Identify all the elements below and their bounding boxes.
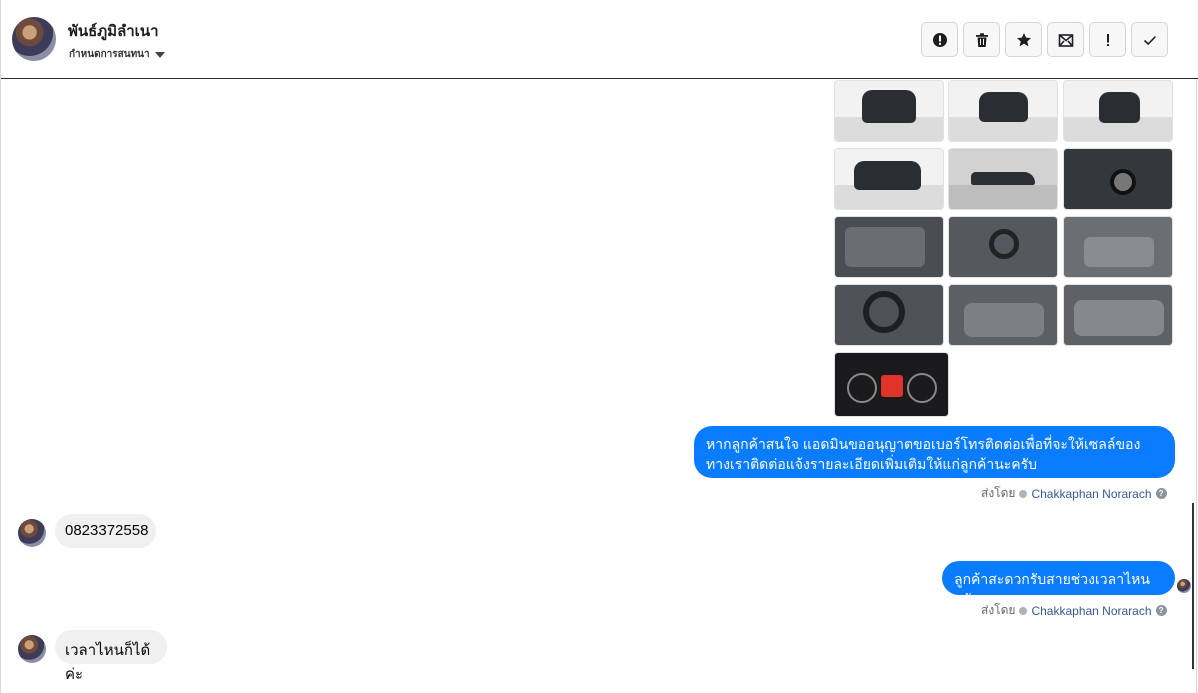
mark-unread-button[interactable] bbox=[1047, 22, 1084, 57]
done-button[interactable] bbox=[1131, 22, 1168, 57]
sender-name-link[interactable]: Chakkaphan Norarach bbox=[1031, 604, 1151, 618]
check-icon bbox=[1143, 35, 1156, 45]
photo-thumbnail[interactable] bbox=[1063, 80, 1173, 142]
photo-thumbnail[interactable] bbox=[1063, 284, 1173, 346]
help-icon[interactable]: ? bbox=[1155, 605, 1167, 616]
sent-by-label: ส่งโดย Chakkaphan Norarach ? bbox=[981, 601, 1167, 620]
envelope-icon bbox=[1058, 33, 1073, 47]
photo-thumbnail[interactable] bbox=[834, 216, 944, 278]
star-button[interactable] bbox=[1005, 22, 1042, 57]
sent-by-prefix: ส่งโดย bbox=[981, 486, 1016, 500]
photo-thumbnail[interactable] bbox=[948, 80, 1058, 142]
photo-thumbnail[interactable] bbox=[834, 80, 944, 142]
sent-by-prefix: ส่งโดย bbox=[981, 603, 1016, 617]
sender-name-link[interactable]: Chakkaphan Norarach bbox=[1031, 487, 1151, 501]
outgoing-message[interactable]: ลูกค้าสะดวกรับสายช่วงเวลาไหนครับ bbox=[942, 561, 1175, 607]
contact-name[interactable]: พันธ์ภูมิลำเนา bbox=[68, 19, 159, 43]
header-actions bbox=[921, 22, 1168, 57]
incoming-message[interactable]: เวลาไหนก็ได้ค่ะ bbox=[55, 630, 167, 683]
contact-avatar-small[interactable] bbox=[18, 635, 46, 663]
photo-thumbnail[interactable] bbox=[834, 148, 944, 210]
conversation-header: พันธ์ภูมิลำเนา กำหนดการสนทนา bbox=[1, 0, 1198, 79]
sent-by-label: ส่งโดย Chakkaphan Norarach ? bbox=[981, 484, 1167, 503]
photo-thumbnail[interactable] bbox=[1063, 216, 1173, 278]
photo-thumbnail[interactable] bbox=[834, 352, 949, 417]
outgoing-message[interactable]: หากลูกค้าสนใจ แอดมินขออนุญาตขอเบอร์โทรติ… bbox=[694, 426, 1175, 478]
verified-badge-icon bbox=[1019, 489, 1028, 498]
photo-thumbnail[interactable] bbox=[948, 284, 1058, 346]
contact-avatar-small[interactable] bbox=[18, 519, 46, 547]
delete-button[interactable] bbox=[963, 22, 1000, 57]
messenger-window: พันธ์ภูมิลำเนา กำหนดการสนทนา หากลูกค้าสน… bbox=[0, 0, 1198, 693]
assign-conversation-dropdown[interactable]: กำหนดการสนทนา bbox=[69, 47, 165, 62]
important-button[interactable] bbox=[1089, 22, 1126, 57]
scrollbar-thumb[interactable] bbox=[1192, 503, 1194, 669]
verified-badge-icon bbox=[1019, 606, 1028, 615]
photo-thumbnail[interactable] bbox=[1063, 148, 1173, 210]
star-icon bbox=[1016, 32, 1031, 46]
caret-down-icon bbox=[154, 51, 165, 58]
assign-label: กำหนดการสนทนา bbox=[69, 49, 150, 60]
photo-thumbnail[interactable] bbox=[948, 216, 1058, 278]
photo-thumbnail[interactable] bbox=[948, 148, 1058, 210]
trash-icon bbox=[975, 32, 988, 47]
photo-thumbnail[interactable] bbox=[834, 284, 944, 346]
seen-receipt-avatar bbox=[1177, 579, 1191, 593]
exclamation-icon bbox=[1106, 33, 1109, 46]
message-thread: หากลูกค้าสนใจ แอดมินขออนุญาตขอเบอร์โทรติ… bbox=[1, 80, 1198, 693]
incoming-message[interactable]: 0823372558 bbox=[55, 514, 156, 548]
contact-avatar[interactable] bbox=[12, 17, 56, 61]
alert-circle-icon bbox=[932, 32, 947, 47]
help-icon[interactable]: ? bbox=[1155, 488, 1167, 499]
spam-button[interactable] bbox=[921, 22, 958, 57]
